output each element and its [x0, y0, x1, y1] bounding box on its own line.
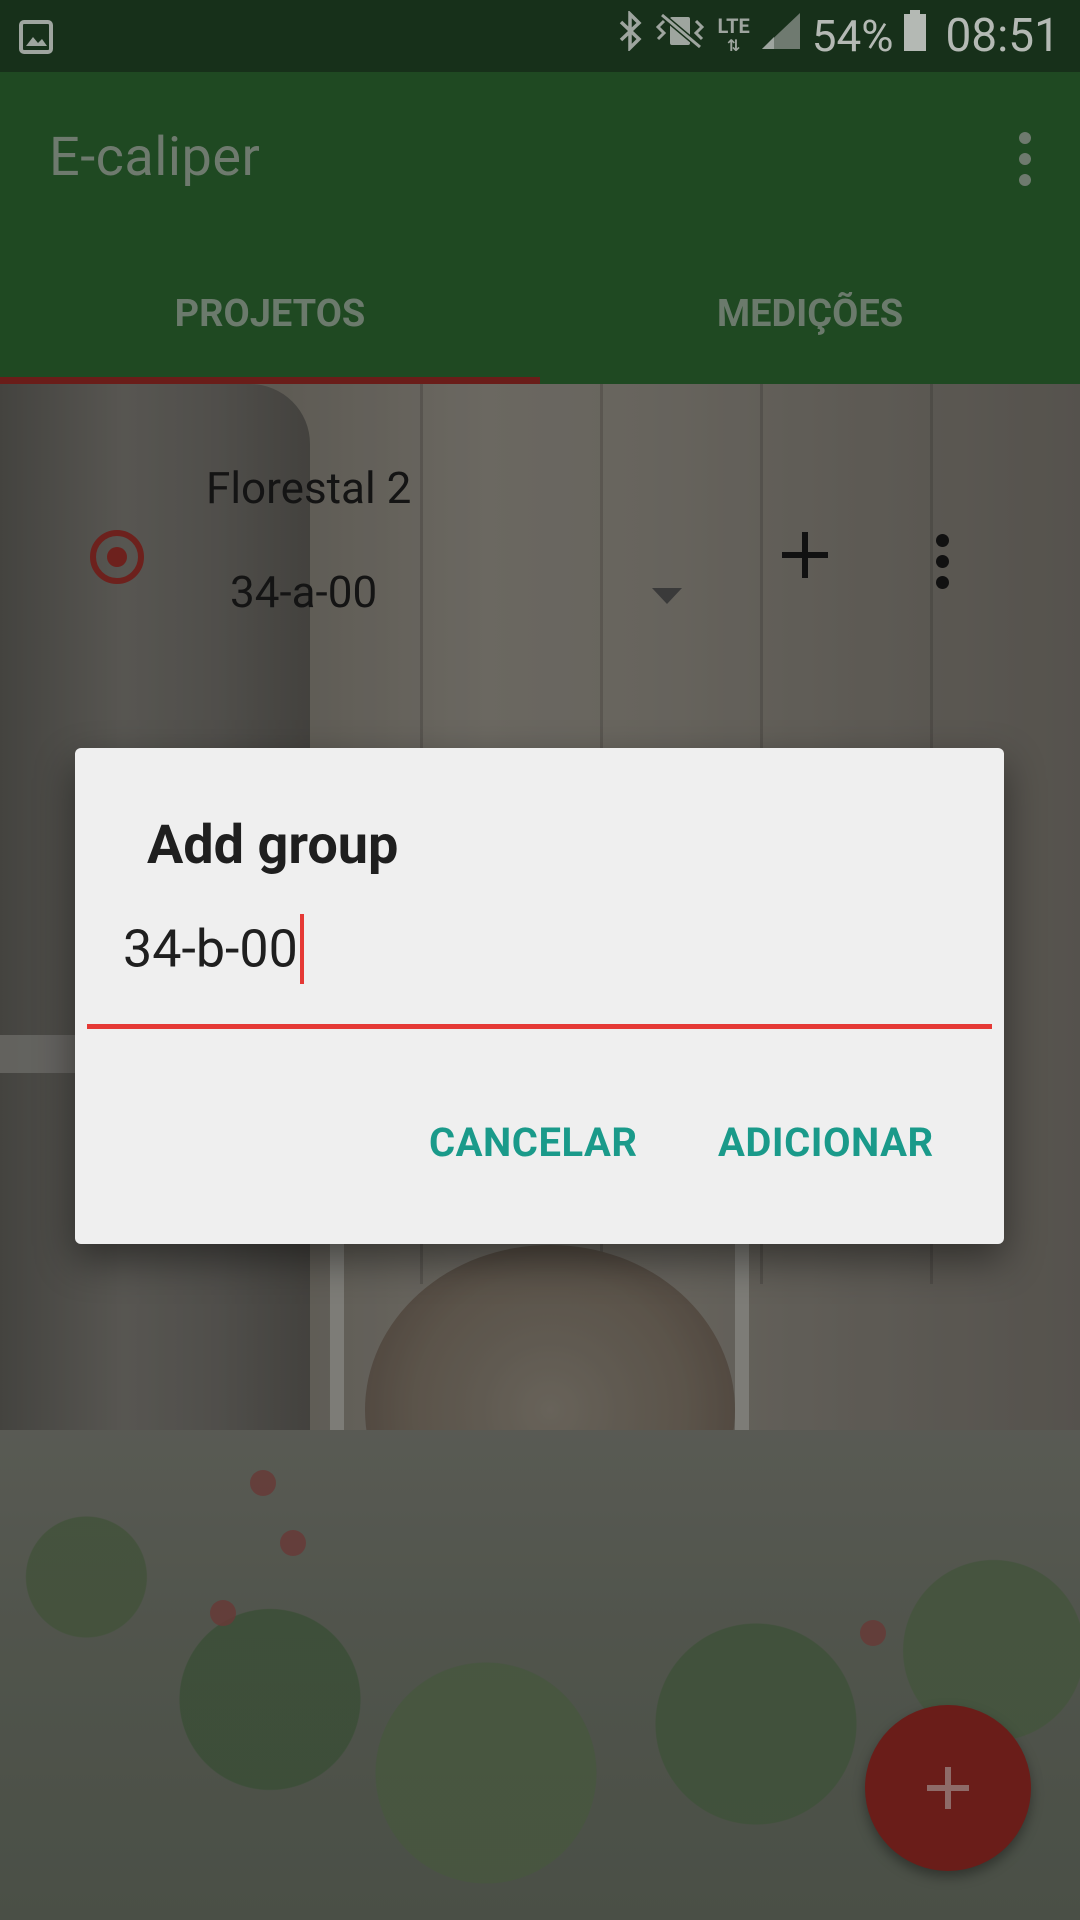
tab-medicoes[interactable]: MEDIÇÕES: [540, 252, 1080, 384]
text-cursor: [299, 914, 304, 984]
dialog-title: Add group: [147, 814, 399, 877]
project-name: Florestal 2: [206, 462, 412, 514]
tab-indicator: [0, 377, 540, 384]
tab-bar: PROJETOS MEDIÇÕES: [0, 252, 1080, 384]
lte-icon: LTE ⇅: [717, 14, 750, 55]
clock: 08:51: [945, 9, 1060, 63]
more-options-icon[interactable]: [1010, 132, 1040, 192]
add-project-fab[interactable]: [865, 1705, 1031, 1871]
group-dropdown[interactable]: 34-a-00: [230, 566, 377, 618]
data-arrows-icon: ⇅: [726, 36, 741, 55]
status-bar: LTE ⇅ 54% 08:51: [0, 0, 1080, 72]
input-underline: [87, 1024, 992, 1029]
group-name-value: 34-b-00: [123, 918, 298, 980]
add-group-icon[interactable]: [782, 532, 828, 578]
tab-label: MEDIÇÕES: [716, 292, 904, 336]
app-title: E-caliper: [49, 126, 261, 189]
tab-label: PROJETOS: [174, 292, 366, 336]
vibrate-icon: [654, 10, 708, 62]
group-name-input[interactable]: 34-b-00: [87, 914, 992, 986]
network-type-label: LTE: [717, 14, 750, 38]
app-bar: E-caliper PROJETOS MEDIÇÕES: [0, 72, 1080, 384]
tab-projetos[interactable]: PROJETOS: [0, 252, 540, 384]
dropdown-arrow-icon[interactable]: [652, 588, 682, 604]
cancel-button[interactable]: CANCELAR: [423, 1118, 643, 1167]
image-icon: [18, 14, 54, 66]
bluetooth-icon: [618, 9, 644, 62]
plus-icon: [927, 1767, 969, 1809]
signal-icon: [760, 10, 802, 62]
battery-icon: [903, 9, 927, 63]
project-more-options-icon[interactable]: [934, 534, 950, 590]
project-radio-button[interactable]: [90, 530, 144, 584]
add-button[interactable]: ADICIONAR: [712, 1118, 940, 1167]
project-list-item: Florestal 2 34-a-00: [0, 440, 1080, 620]
add-group-dialog: Add group 34-b-00 CANCELAR ADICIONAR: [75, 748, 1004, 1244]
battery-percent: 54%: [811, 10, 894, 62]
